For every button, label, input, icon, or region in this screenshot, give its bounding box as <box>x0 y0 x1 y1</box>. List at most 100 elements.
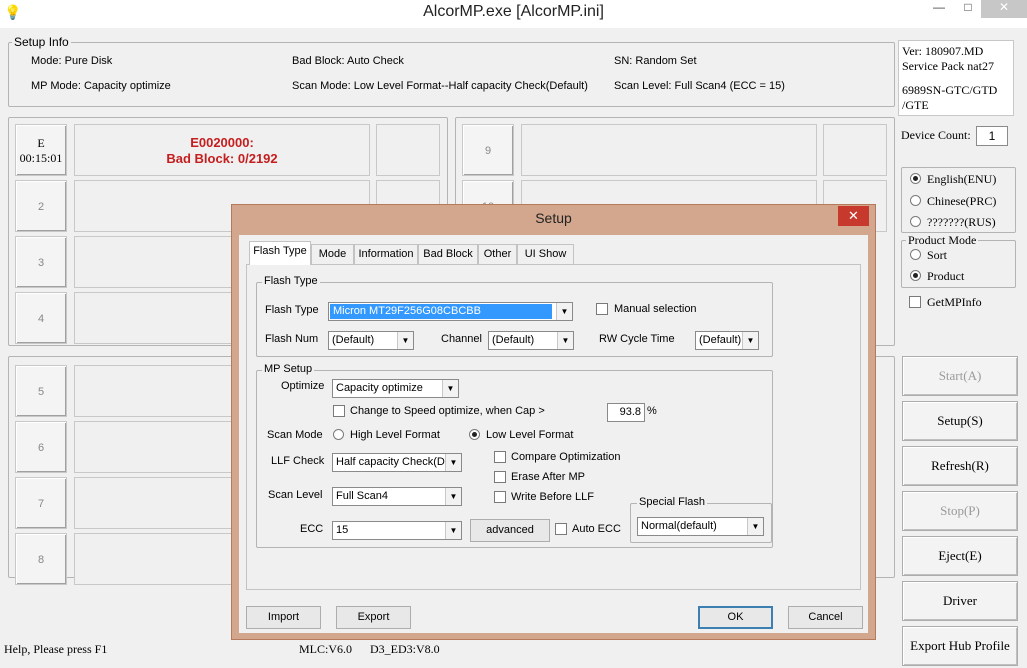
product-mode-title: Product Mode <box>906 233 979 248</box>
rw-cycle-label: RW Cycle Time <box>599 333 675 345</box>
chevron-down-icon: ▼ <box>742 332 758 349</box>
setup-dialog: Setup ✕ Flash Type Mode Information Bad … <box>231 204 876 640</box>
optimize-select[interactable]: Capacity optimize ▼ <box>332 379 459 398</box>
erase-after-mp-checkbox[interactable] <box>494 471 506 483</box>
manual-selection-label: Manual selection <box>614 303 697 315</box>
port-9-extra <box>823 124 887 176</box>
help-status: Help, Please press F1 <box>4 642 108 656</box>
llf-check-value: Half capacity Check(D <box>336 456 445 468</box>
version-text: Ver: 180907.MD <box>902 44 984 58</box>
special-flash-select[interactable]: Normal(default) ▼ <box>637 517 764 536</box>
english-radio[interactable] <box>910 173 921 184</box>
write-before-llf-checkbox[interactable] <box>494 491 506 503</box>
tab-ui-show[interactable]: UI Show <box>517 244 574 264</box>
start-button[interactable]: Start(A) <box>902 356 1018 396</box>
chevron-down-icon: ▼ <box>445 522 461 539</box>
import-button[interactable]: Import <box>246 606 321 629</box>
auto-ecc-checkbox[interactable] <box>555 523 567 535</box>
cap-percent-input[interactable]: 93.8 <box>607 403 645 422</box>
d3-version: D3_ED3:V8.0 <box>370 642 440 656</box>
port-1-button[interactable]: E 00:15:01 <box>15 124 67 176</box>
port-1-status: E0020000: Bad Block: 0/2192 <box>74 124 370 176</box>
flash-num-label: Flash Num <box>265 333 319 345</box>
tab-bad-block[interactable]: Bad Block <box>418 244 478 264</box>
port-5-button[interactable]: 5 <box>15 365 67 417</box>
window-title: AlcorMP.exe [AlcorMP.ini] <box>423 3 604 20</box>
stop-button[interactable]: Stop(P) <box>902 491 1018 531</box>
tab-information[interactable]: Information <box>354 244 418 264</box>
rw-cycle-value: (Default) <box>699 334 742 346</box>
manual-selection-checkbox[interactable] <box>596 303 608 315</box>
sort-radio[interactable] <box>910 249 921 260</box>
port-9-button[interactable]: 9 <box>462 124 514 176</box>
flash-type-group-title: Flash Type <box>262 275 320 287</box>
scan-mode-label: Scan Mode <box>267 429 323 441</box>
ecc-value: 15 <box>336 524 349 536</box>
port-1-error-code: E0020000: <box>190 135 254 150</box>
getmpinfo-checkbox[interactable] <box>909 296 921 308</box>
high-level-format-radio[interactable] <box>333 429 344 440</box>
channel-select[interactable]: (Default) ▼ <box>488 331 574 350</box>
refresh-button[interactable]: Refresh(R) <box>902 446 1018 486</box>
bad-block-info: Bad Block: Auto Check <box>292 55 404 67</box>
dialog-close-button[interactable]: ✕ <box>838 206 869 226</box>
russian-label: ???????(RUS) <box>927 215 996 229</box>
rw-cycle-select[interactable]: (Default) ▼ <box>695 331 759 350</box>
service-pack-text: Service Pack nat27 <box>902 59 994 73</box>
setup-info-group <box>8 42 895 107</box>
low-level-format-label: Low Level Format <box>486 429 574 441</box>
chinese-radio[interactable] <box>910 195 921 206</box>
ok-button[interactable]: OK <box>698 606 773 629</box>
compare-optimization-label: Compare Optimization <box>511 451 621 463</box>
chevron-down-icon: ▼ <box>397 332 413 349</box>
chevron-down-icon: ▼ <box>445 454 461 471</box>
chevron-down-icon: ▼ <box>556 303 572 320</box>
port-6-button[interactable]: 6 <box>15 421 67 473</box>
flash-num-select[interactable]: (Default) ▼ <box>328 331 414 350</box>
high-level-format-label: High Level Format <box>350 429 440 441</box>
low-level-format-radio[interactable] <box>469 429 480 440</box>
flash-type-select[interactable]: Micron MT29F256G08CBCBB ▼ <box>328 302 573 321</box>
export-hub-profile-button[interactable]: Export Hub Profile <box>902 626 1018 666</box>
tab-mode[interactable]: Mode <box>311 244 354 264</box>
port-3-button[interactable]: 3 <box>15 236 67 288</box>
llf-check-select[interactable]: Half capacity Check(D ▼ <box>332 453 462 472</box>
chevron-down-icon: ▼ <box>442 380 458 397</box>
minimize-button[interactable]: — <box>926 0 952 16</box>
dialog-body: Flash Type Mode Information Bad Block Ot… <box>239 235 868 633</box>
getmpinfo-label: GetMPInfo <box>927 295 982 309</box>
title-bar: 💡 AlcorMP.exe [AlcorMP.ini] — □ ✕ <box>0 0 1027 28</box>
eject-button[interactable]: Eject(E) <box>902 536 1018 576</box>
scan-level-select[interactable]: Full Scan4 ▼ <box>332 487 462 506</box>
port-7-button[interactable]: 7 <box>15 477 67 529</box>
advanced-button[interactable]: advanced <box>470 519 550 542</box>
port-8-button[interactable]: 8 <box>15 533 67 585</box>
driver-button[interactable]: Driver <box>902 581 1018 621</box>
ecc-label: ECC <box>300 523 324 535</box>
flash-type-label: Flash Type <box>265 304 319 316</box>
dialog-title: Setup <box>535 210 572 226</box>
close-button[interactable]: ✕ <box>981 0 1027 18</box>
auto-ecc-label: Auto ECC <box>572 523 621 535</box>
cancel-button[interactable]: Cancel <box>788 606 863 629</box>
compare-optimization-checkbox[interactable] <box>494 451 506 463</box>
product-radio[interactable] <box>910 270 921 281</box>
port-4-button[interactable]: 4 <box>15 292 67 344</box>
tab-other[interactable]: Other <box>478 244 517 264</box>
port-2-button[interactable]: 2 <box>15 180 67 232</box>
export-button[interactable]: Export <box>336 606 411 629</box>
maximize-button[interactable]: □ <box>955 0 981 16</box>
tab-flash-type[interactable]: Flash Type <box>249 241 311 265</box>
setup-button[interactable]: Setup(S) <box>902 401 1018 441</box>
change-speed-checkbox[interactable] <box>333 405 345 417</box>
ecc-select[interactable]: 15 ▼ <box>332 521 462 540</box>
erase-after-mp-label: Erase After MP <box>511 471 585 483</box>
device-count-value: 1 <box>976 126 1008 146</box>
port-1-label: E <box>37 136 45 150</box>
russian-radio[interactable] <box>910 216 921 227</box>
special-flash-title: Special Flash <box>637 496 708 508</box>
scan-level-info: Scan Level: Full Scan4 (ECC = 15) <box>614 80 785 92</box>
flash-num-value: (Default) <box>332 334 375 346</box>
channel-label: Channel <box>441 333 482 345</box>
sort-label: Sort <box>927 248 948 262</box>
